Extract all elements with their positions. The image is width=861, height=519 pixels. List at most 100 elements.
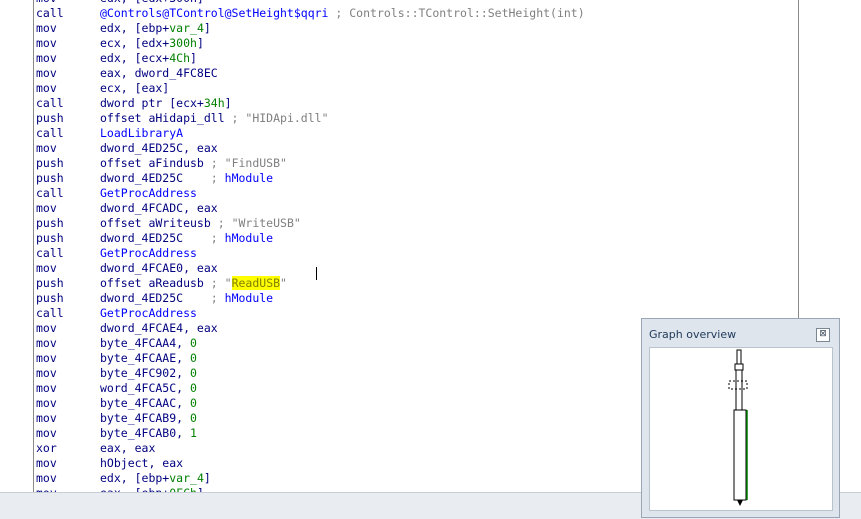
operands: hObject, eax xyxy=(100,456,183,471)
operand-token: edx, [ebp+ xyxy=(100,471,170,485)
operands: GetProcAddress xyxy=(100,186,197,201)
operands: @Controls@TControl@SetHeight$qqri ; Cont… xyxy=(100,6,585,21)
mnemonic: call xyxy=(36,186,64,200)
operand-token: 0 xyxy=(190,396,197,410)
operands: edx, [ebp+var_4] xyxy=(100,471,211,486)
graph-overview-svg xyxy=(728,349,748,506)
mnemonic: mov xyxy=(36,66,57,80)
mnemonic: mov xyxy=(36,411,57,425)
operands: dword_4FCAE4, eax xyxy=(100,321,218,336)
operand-token: 0 xyxy=(190,351,197,365)
operand-token: offset aFindusb xyxy=(100,156,204,170)
graph-node-small xyxy=(734,363,744,371)
close-icon[interactable]: ⊠ xyxy=(816,328,830,342)
operand-token: var_4 xyxy=(169,21,204,35)
mnemonic: call xyxy=(36,246,64,260)
mnemonic: mov xyxy=(36,396,57,410)
operand-token: edx, [ebp+ xyxy=(100,21,170,35)
mnemonic: mov xyxy=(36,381,57,395)
operand-token: dword_4FCAE0, eax xyxy=(100,261,218,275)
operand-token: eax, dword_4FC8EC xyxy=(100,66,218,80)
operands: offset aWriteusb ; "WriteUSB" xyxy=(100,216,301,231)
operand-token: ] xyxy=(224,96,232,110)
operand-token: edx, [ecx+ xyxy=(100,51,170,65)
operand-token: edx, [edx+300h] xyxy=(100,0,204,5)
text-cursor xyxy=(316,267,317,280)
operand-token: ; xyxy=(203,276,225,290)
mnemonic: push xyxy=(36,171,64,185)
graph-node-large xyxy=(733,409,747,501)
operand-token: word_4FCA5C, xyxy=(100,381,191,395)
mnemonic: push xyxy=(36,291,64,305)
graph-node-middle xyxy=(735,369,743,411)
operand-token: ] xyxy=(203,21,211,35)
operand-token: ; xyxy=(203,156,225,170)
operand-token: ] xyxy=(196,36,204,50)
operand-token: GetProcAddress xyxy=(100,246,197,260)
operand-token: byte_4FCAA4, xyxy=(100,336,191,350)
operand-token: 0 xyxy=(190,381,197,395)
operand-token: byte_4FCAB9, xyxy=(100,411,191,425)
operand-token: dword_4FCADC, eax xyxy=(100,201,218,215)
operand-token: hModule xyxy=(224,171,274,185)
operand-token: eax, eax xyxy=(100,441,156,455)
operand-token: ecx, [eax] xyxy=(100,81,170,95)
operand-token: 1 xyxy=(190,426,197,440)
mnemonic: mov xyxy=(36,36,57,50)
operands: dword_4FCADC, eax xyxy=(100,201,218,216)
mnemonic: mov xyxy=(36,81,57,95)
operand-token: ; xyxy=(183,171,225,185)
operand-token: 0 xyxy=(190,366,197,380)
operands: byte_4FCAB9, 0 xyxy=(100,411,197,426)
operand-token: dword ptr [ecx+ xyxy=(100,96,204,110)
mnemonic: mov xyxy=(36,261,57,275)
operands: byte_4FCAAC, 0 xyxy=(100,396,197,411)
mnemonic: push xyxy=(36,276,64,290)
operand-token: 0 xyxy=(190,411,197,425)
operand-token: " xyxy=(280,276,287,290)
operands: dword_4FCAE0, eax xyxy=(100,261,218,276)
operand-token: LoadLibraryA xyxy=(100,126,184,140)
operand-token: "HIDApi.dll" xyxy=(245,111,329,125)
mnemonic: push xyxy=(36,231,64,245)
operands: eax, eax xyxy=(100,441,155,456)
operands: word_4FCA5C, 0 xyxy=(100,381,197,396)
operands: dword ptr [ecx+34h] xyxy=(100,96,232,111)
operand-token: byte_4FC902, xyxy=(100,366,191,380)
operand-token: ecx, [edx+ xyxy=(100,36,170,50)
operand-token: dword_4FCAE4, eax xyxy=(100,321,218,335)
operands: byte_4FC902, 0 xyxy=(100,366,197,381)
graph-overview-panel[interactable]: Graph overview ⊠ xyxy=(641,318,840,518)
mnemonic: mov xyxy=(36,141,57,155)
operands: offset aFindusb ; "FindUSB" xyxy=(100,156,287,171)
operand-token: "FindUSB" xyxy=(224,156,287,170)
graph-node-top xyxy=(736,349,742,365)
operand-token: hModule xyxy=(224,231,274,245)
graph-overview-canvas[interactable] xyxy=(649,347,833,511)
operand-token: offset aReadusb xyxy=(100,276,204,290)
mnemonic: mov xyxy=(36,471,57,485)
operands: GetProcAddress xyxy=(100,306,197,321)
operand-token: ] xyxy=(203,471,211,485)
mnemonic: call xyxy=(36,6,64,20)
mnemonic: call xyxy=(36,306,64,320)
operands: GetProcAddress xyxy=(100,246,197,261)
operands: byte_4FCAA4, 0 xyxy=(100,336,197,351)
mnemonic: call xyxy=(36,96,64,110)
operands: eax, dword_4FC8EC xyxy=(100,66,218,81)
graph-overview-title: Graph overview xyxy=(649,328,737,341)
operand-token: byte_4FCAAC, xyxy=(100,396,191,410)
operands: dword_4ED25C, eax xyxy=(100,141,218,156)
mnemonic: mov xyxy=(36,201,57,215)
mnemonic: mov xyxy=(36,426,57,440)
operand-token: hModule xyxy=(224,291,274,305)
mnemonic: call xyxy=(36,126,64,140)
operands: dword_4ED25C ; hModule xyxy=(100,291,273,306)
operands: offset aHidapi_dll ; "HIDApi.dll" xyxy=(100,111,329,126)
operand-token: ; xyxy=(183,291,225,305)
operand-token: ; xyxy=(224,111,246,125)
operand-token: ; xyxy=(183,231,225,245)
operands: ecx, [eax] xyxy=(100,81,169,96)
operand-token: 0 xyxy=(190,336,197,350)
operand-token: dword_4ED25C xyxy=(100,231,184,245)
